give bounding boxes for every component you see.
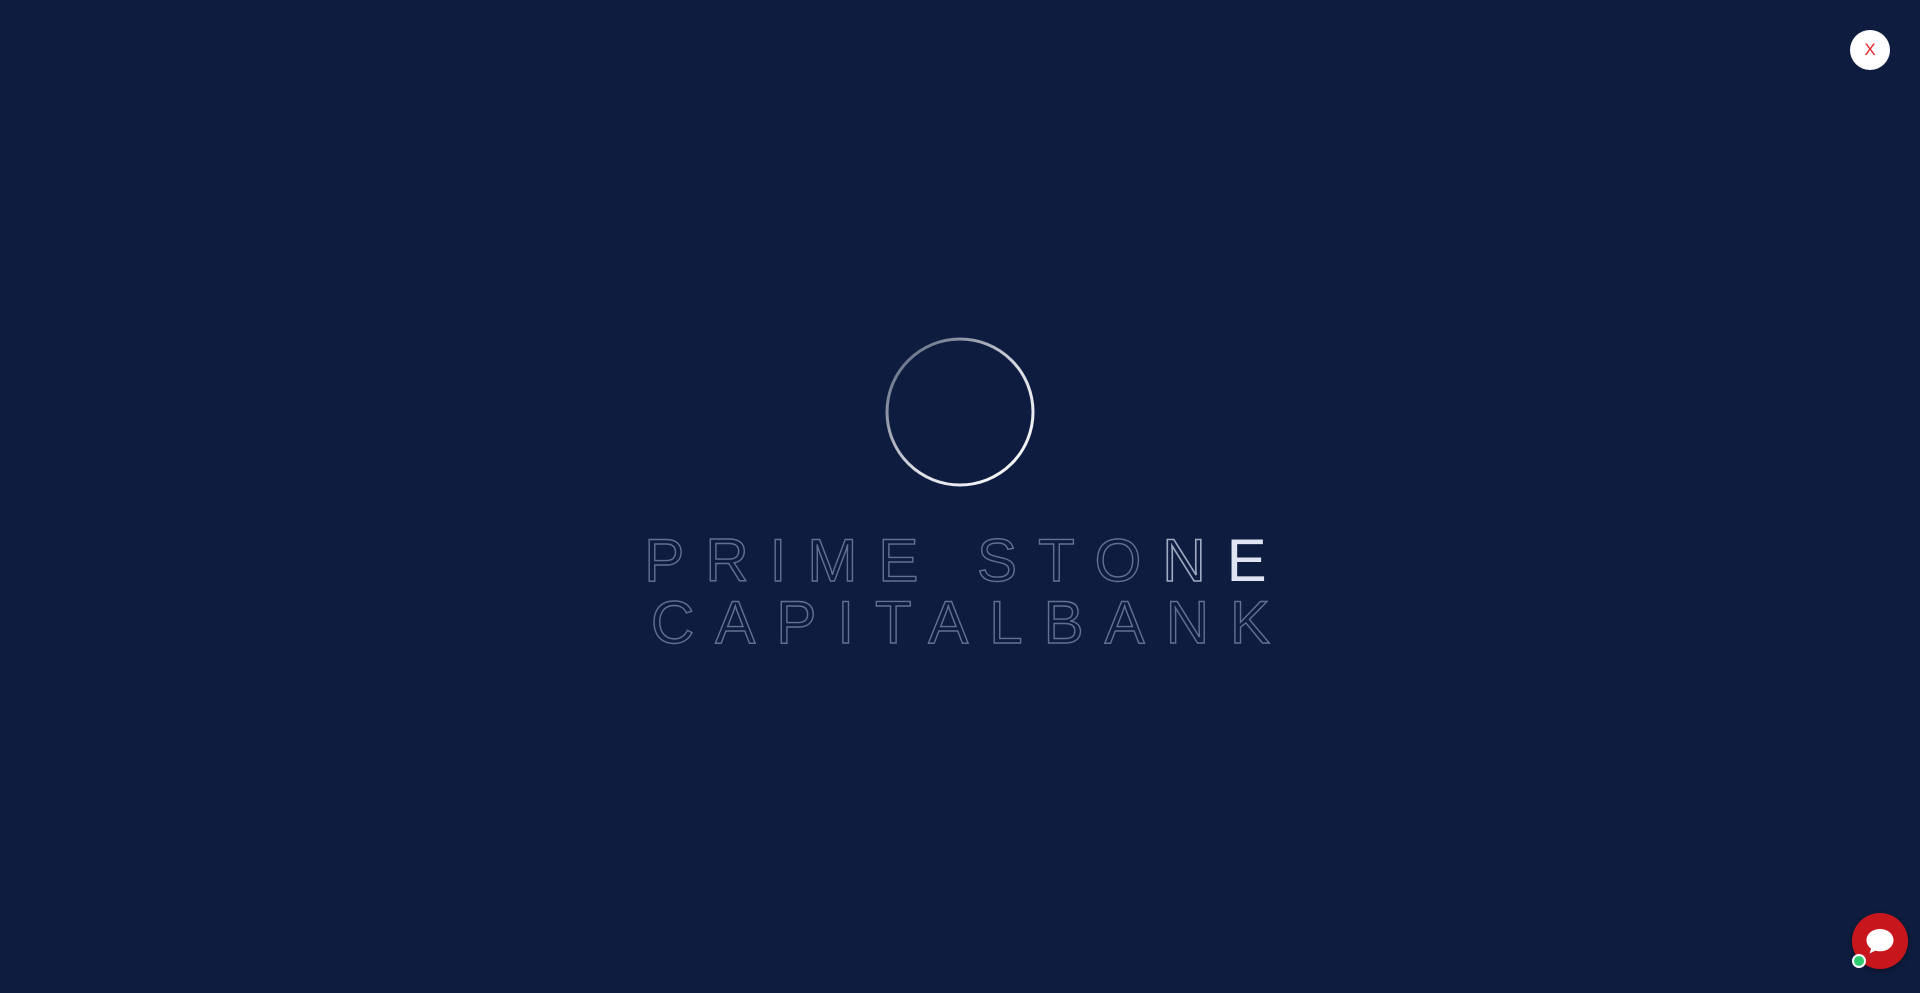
brand-letter xyxy=(939,527,977,594)
brand-letter: B xyxy=(1043,589,1105,656)
brand-letter: O xyxy=(1094,527,1163,594)
online-status-icon xyxy=(1852,954,1866,968)
brand-letter: E xyxy=(878,527,940,594)
brand-letter: K xyxy=(1229,589,1292,656)
brand-letter: E xyxy=(1226,527,1288,594)
brand-line-prime-stone: PRIME STONE xyxy=(12,527,1920,594)
brand-letter: L xyxy=(989,589,1044,656)
brand-letter: C xyxy=(650,589,716,656)
brand-line-capitalbank: CAPITALBANK xyxy=(22,589,1920,656)
brand-letter: T xyxy=(1037,527,1095,594)
loading-spinner-icon xyxy=(885,337,1035,487)
brand-letter: P xyxy=(776,589,838,656)
brand-logo-text: PRIME STONE CAPITALBANK xyxy=(0,527,1920,656)
close-button[interactable]: X xyxy=(1850,30,1890,70)
brand-letter: N xyxy=(1162,527,1227,594)
chat-bubble-icon xyxy=(1866,929,1894,954)
brand-letter: R xyxy=(705,527,770,594)
brand-letter: A xyxy=(1104,589,1166,656)
brand-letter: N xyxy=(1165,589,1231,656)
brand-letter: M xyxy=(807,527,879,594)
brand-letter: A xyxy=(715,589,777,656)
brand-letter: A xyxy=(928,589,990,656)
brand-letter: I xyxy=(769,527,808,594)
loading-overlay: X PRIME STONE CAPITALBANK xyxy=(0,0,1920,993)
brand-letter: S xyxy=(976,527,1039,594)
brand-letter: I xyxy=(837,589,876,656)
brand-letter: P xyxy=(644,527,706,594)
brand-letter: T xyxy=(874,589,929,656)
